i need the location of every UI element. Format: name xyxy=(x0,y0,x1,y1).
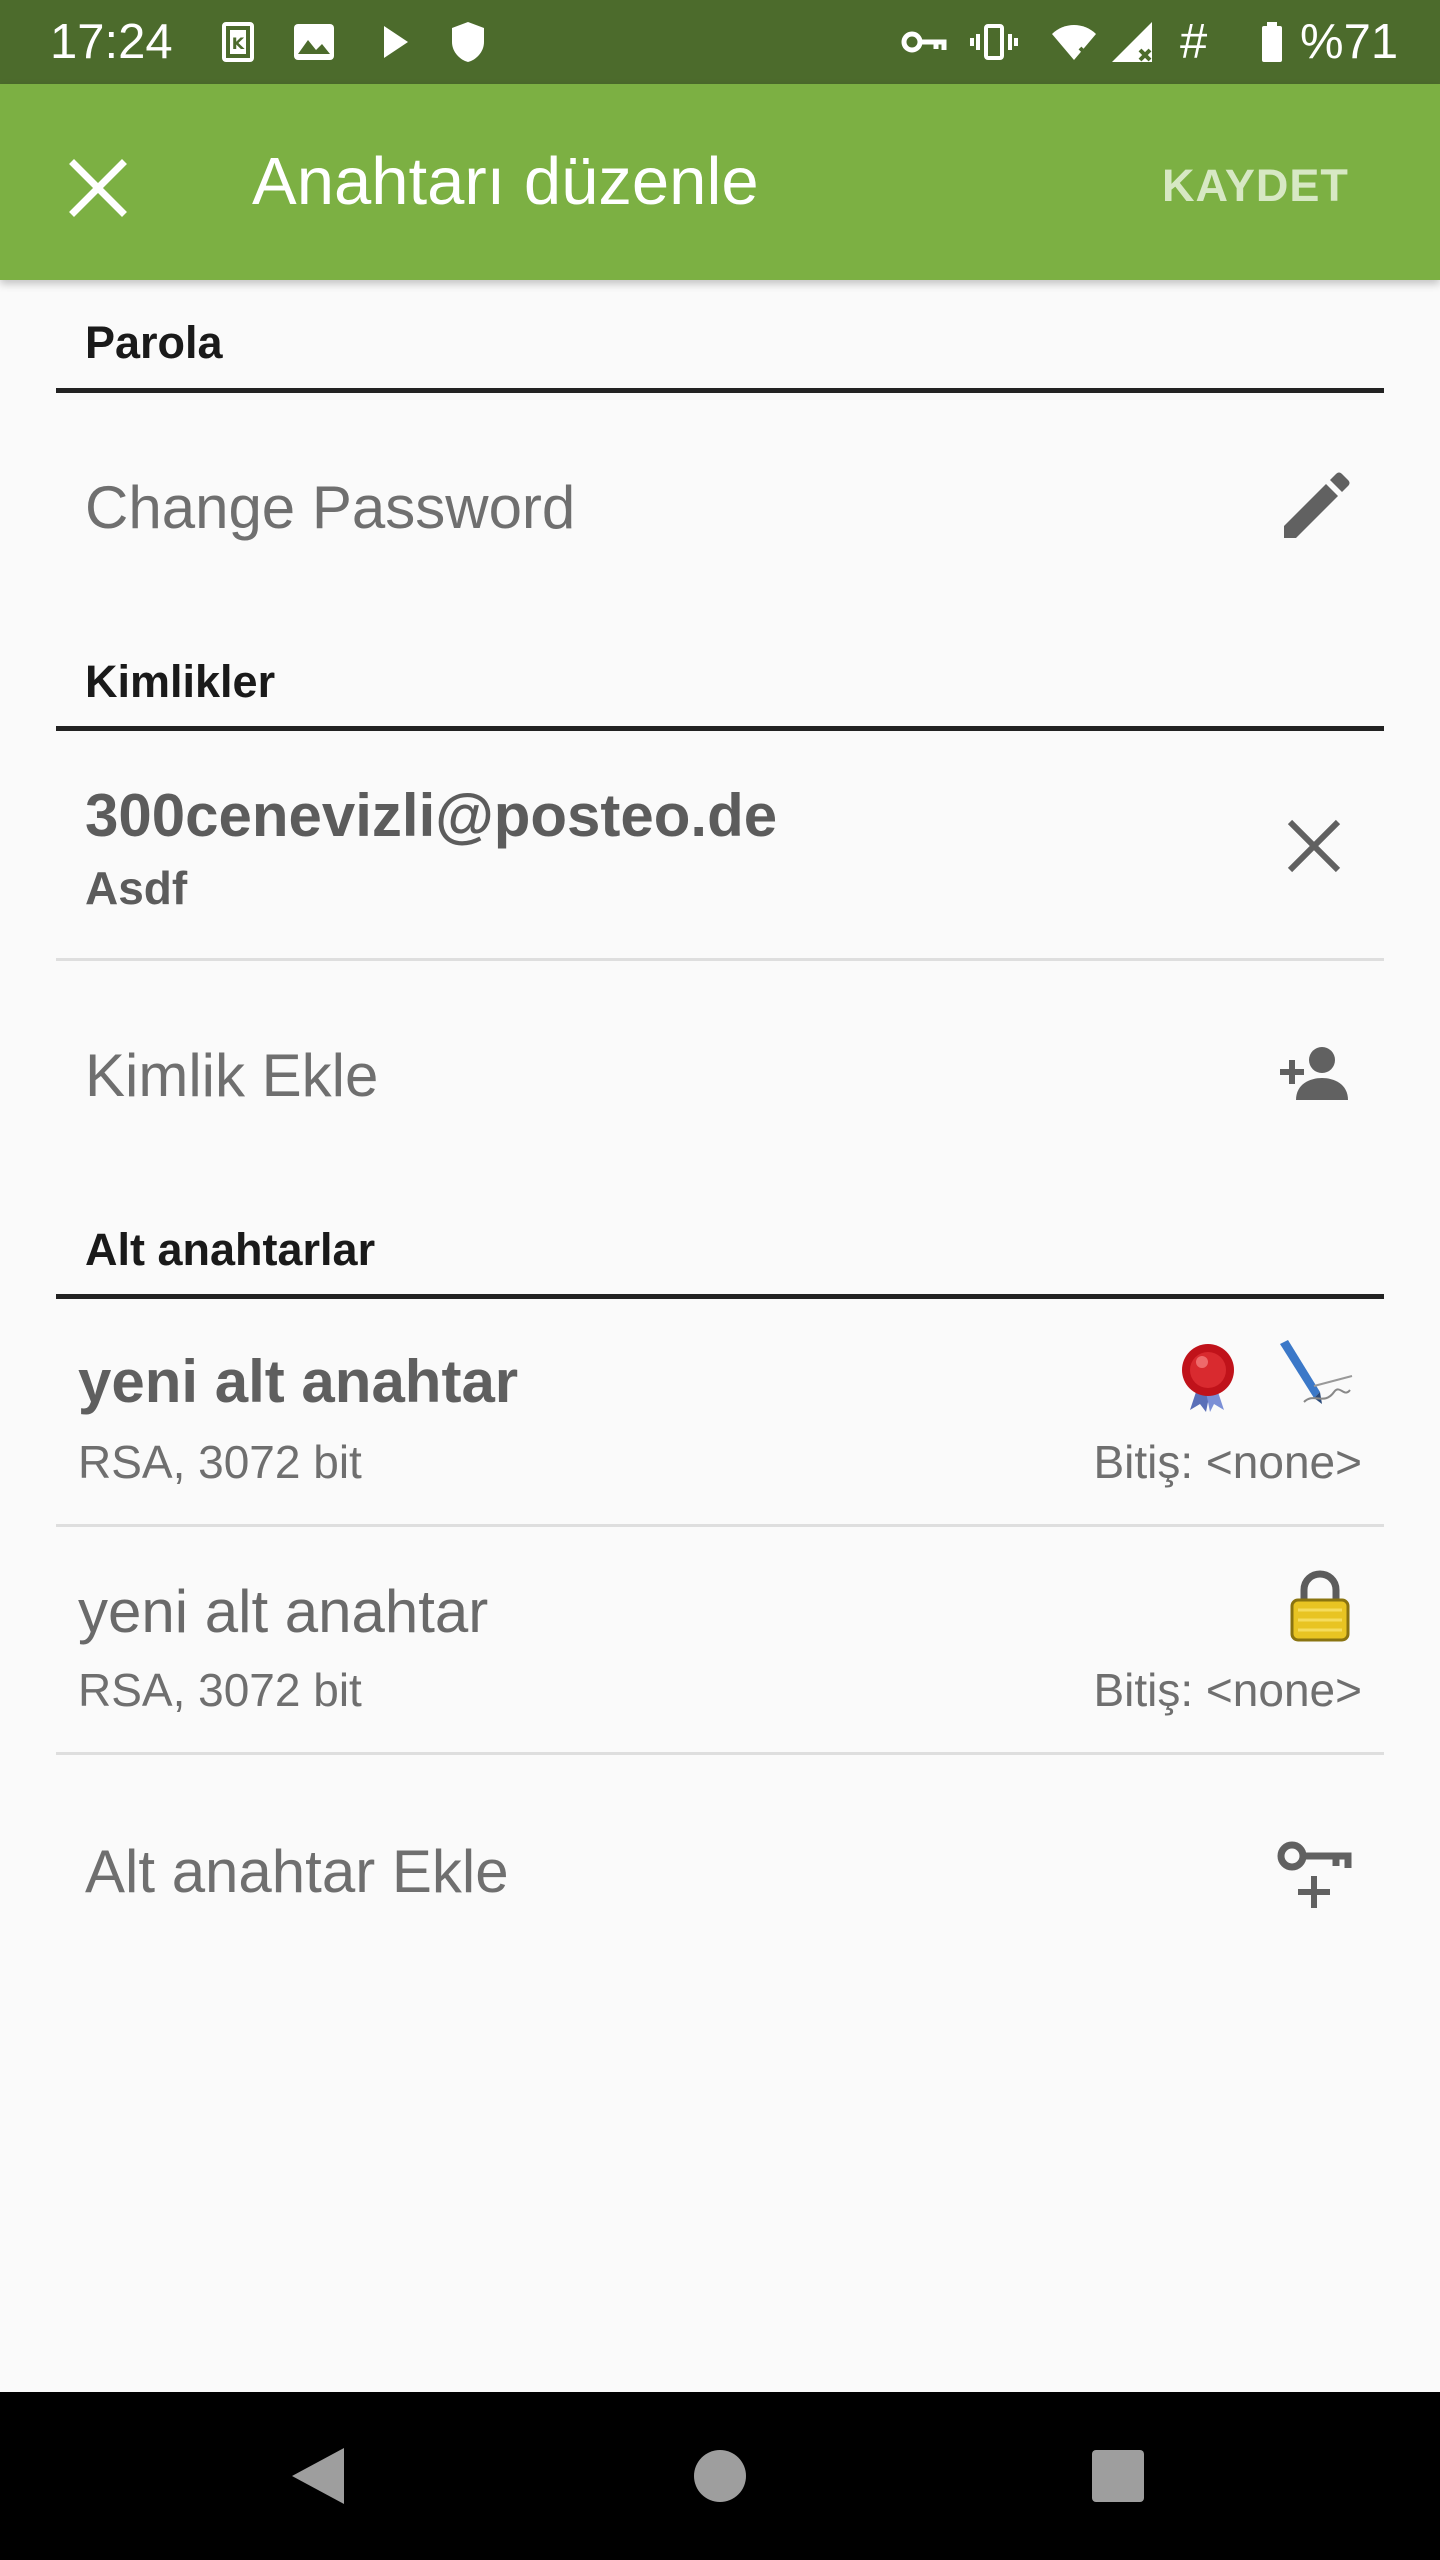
app-bar: Anahtarı düzenle KAYDET xyxy=(0,84,1440,280)
page-title: Anahtarı düzenle xyxy=(252,144,759,219)
battery-icon xyxy=(1262,22,1282,62)
close-icon[interactable] xyxy=(58,148,138,228)
add-subkey-label: Alt anahtar Ekle xyxy=(85,1838,509,1905)
subkey-expiry: Bitiş: <none> xyxy=(1093,1664,1362,1716)
signal-icon xyxy=(1112,22,1152,62)
divider xyxy=(56,958,1384,961)
section-header-identities: Kimlikler xyxy=(85,656,276,707)
status-time: 17:24 xyxy=(50,15,173,69)
certify-seal-icon xyxy=(1182,1344,1234,1412)
section-header-password: Parola xyxy=(85,317,223,368)
pencil-icon[interactable] xyxy=(1274,468,1354,548)
back-icon[interactable] xyxy=(278,2436,358,2516)
hash-indicator: # xyxy=(1180,15,1208,69)
divider xyxy=(56,1752,1384,1755)
subkey-algo: RSA, 3072 bit xyxy=(78,1664,362,1716)
change-password-label: Change Password xyxy=(85,474,576,541)
remove-identity-icon[interactable] xyxy=(1274,806,1354,886)
vibrate-icon xyxy=(970,24,1018,60)
nav-bar xyxy=(0,2392,1440,2560)
wifi-icon xyxy=(1052,25,1096,60)
section-divider xyxy=(56,388,1384,393)
section-header-subkeys: Alt anahtarlar xyxy=(85,1224,376,1275)
encrypt-lock-icon xyxy=(1290,1570,1350,1642)
svg-text:K: K xyxy=(232,34,245,53)
home-icon[interactable] xyxy=(680,2436,760,2516)
image-icon xyxy=(294,24,334,60)
subkey-algo: RSA, 3072 bit xyxy=(78,1436,362,1488)
subkey-expiry: Bitiş: <none> xyxy=(1093,1436,1362,1488)
identity-email: 300cenevizli@posteo.de xyxy=(85,782,778,849)
play-icon xyxy=(384,26,408,58)
sign-pen-icon xyxy=(1280,1340,1353,1404)
section-divider xyxy=(56,1294,1384,1299)
vpn-key-icon xyxy=(901,31,947,53)
status-bar: 17:24 K # %71 xyxy=(0,0,1440,84)
save-button[interactable]: KAYDET xyxy=(1162,158,1349,214)
subkey-name: yeni alt anahtar xyxy=(78,1578,489,1645)
shield-icon xyxy=(452,22,484,62)
divider xyxy=(56,1524,1384,1527)
recents-icon[interactable] xyxy=(1078,2436,1158,2516)
section-divider xyxy=(56,726,1384,731)
person-add-icon[interactable] xyxy=(1274,1036,1354,1116)
identity-name: Asdf xyxy=(85,862,188,914)
add-identity-label: Kimlik Ekle xyxy=(85,1042,379,1109)
battery-percent: %71 xyxy=(1300,15,1399,69)
subkey-name: yeni alt anahtar xyxy=(78,1348,519,1415)
key-add-icon[interactable] xyxy=(1274,1832,1354,1912)
k-app-icon: K xyxy=(222,22,254,62)
